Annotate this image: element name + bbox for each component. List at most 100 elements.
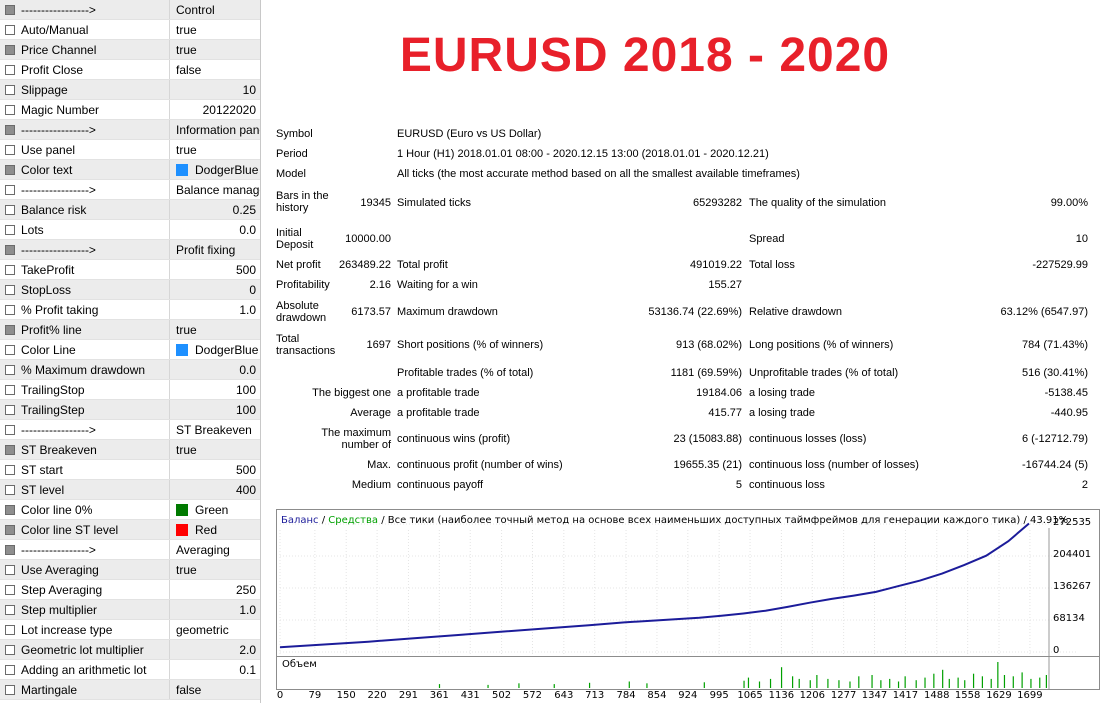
param-checkbox-icon[interactable]: [5, 624, 15, 635]
param-value-cell[interactable]: 10: [170, 80, 260, 99]
param-checkbox-icon[interactable]: [5, 164, 15, 175]
param-row[interactable]: -----------------> ST Breakeven: [0, 420, 260, 440]
param-row[interactable]: ST Breakeven true: [0, 440, 260, 460]
param-checkbox-icon[interactable]: [5, 284, 15, 295]
param-checkbox-icon[interactable]: [5, 264, 15, 275]
param-row[interactable]: Martingale false: [0, 680, 260, 700]
param-row[interactable]: % Maximum drawdown 0.0: [0, 360, 260, 380]
param-row[interactable]: -----------------> Balance manager: [0, 180, 260, 200]
param-row[interactable]: Balance risk 0.25: [0, 200, 260, 220]
param-checkbox-icon[interactable]: [5, 524, 15, 535]
param-row[interactable]: Color line ST level Red: [0, 520, 260, 540]
param-row[interactable]: Geometric lot multiplier 2.0: [0, 640, 260, 660]
param-checkbox-icon[interactable]: [5, 324, 15, 335]
param-row[interactable]: Magic Number 20122020: [0, 100, 260, 120]
param-value-cell[interactable]: Profit fixing: [170, 240, 260, 259]
param-checkbox-icon[interactable]: [5, 244, 15, 255]
param-value-cell[interactable]: 0.25: [170, 200, 260, 219]
param-checkbox-icon[interactable]: [5, 64, 15, 75]
param-value-cell[interactable]: Green: [170, 500, 260, 519]
param-value-cell[interactable]: Control: [170, 0, 260, 19]
param-checkbox-icon[interactable]: [5, 24, 15, 35]
param-value-cell[interactable]: true: [170, 560, 260, 579]
param-value-cell[interactable]: true: [170, 140, 260, 159]
param-checkbox-icon[interactable]: [5, 104, 15, 115]
param-row[interactable]: Price Channel true: [0, 40, 260, 60]
param-row[interactable]: Auto/Manual true: [0, 20, 260, 40]
param-checkbox-icon[interactable]: [5, 424, 15, 435]
param-value-cell[interactable]: 20122020: [170, 100, 260, 119]
param-value-cell[interactable]: Averaging: [170, 540, 260, 559]
param-value-cell[interactable]: ST Breakeven: [170, 420, 260, 439]
param-value-cell[interactable]: Balance manager: [170, 180, 260, 199]
param-row[interactable]: Step multiplier 1.0: [0, 600, 260, 620]
param-checkbox-icon[interactable]: [5, 604, 15, 615]
param-value-cell[interactable]: Information panel: [170, 120, 260, 139]
param-value-cell[interactable]: 1.0: [170, 300, 260, 319]
param-value-cell[interactable]: geometric: [170, 620, 260, 639]
param-checkbox-icon[interactable]: [5, 304, 15, 315]
param-row[interactable]: Slippage 10: [0, 80, 260, 100]
param-checkbox-icon[interactable]: [5, 484, 15, 495]
param-checkbox-icon[interactable]: [5, 404, 15, 415]
param-checkbox-icon[interactable]: [5, 84, 15, 95]
param-row[interactable]: TrailingStop 100: [0, 380, 260, 400]
param-checkbox-icon[interactable]: [5, 364, 15, 375]
param-checkbox-icon[interactable]: [5, 544, 15, 555]
param-value-cell[interactable]: 0: [170, 280, 260, 299]
param-row[interactable]: Step Averaging 250: [0, 580, 260, 600]
param-value-cell[interactable]: 250: [170, 580, 260, 599]
param-value-cell[interactable]: 500: [170, 460, 260, 479]
param-row[interactable]: Adding an arithmetic lot 0.1: [0, 660, 260, 680]
param-value-cell[interactable]: 0.0: [170, 360, 260, 379]
param-checkbox-icon[interactable]: [5, 204, 15, 215]
param-value-cell[interactable]: 100: [170, 400, 260, 419]
param-row[interactable]: % Profit taking 1.0: [0, 300, 260, 320]
param-row[interactable]: -----------------> Control: [0, 0, 260, 20]
param-value-cell[interactable]: true: [170, 40, 260, 59]
param-row[interactable]: Color Line DodgerBlue: [0, 340, 260, 360]
param-checkbox-icon[interactable]: [5, 184, 15, 195]
param-value-cell[interactable]: DodgerBlue: [170, 160, 260, 179]
param-row[interactable]: Use Averaging true: [0, 560, 260, 580]
param-row[interactable]: ST level 400: [0, 480, 260, 500]
param-row[interactable]: TrailingStep 100: [0, 400, 260, 420]
param-checkbox-icon[interactable]: [5, 384, 15, 395]
param-checkbox-icon[interactable]: [5, 684, 15, 695]
param-row[interactable]: -----------------> Information panel: [0, 120, 260, 140]
param-checkbox-icon[interactable]: [5, 464, 15, 475]
param-value-cell[interactable]: DodgerBlue: [170, 340, 260, 359]
param-checkbox-icon[interactable]: [5, 644, 15, 655]
param-value-cell[interactable]: false: [170, 680, 260, 699]
param-value-cell[interactable]: true: [170, 320, 260, 339]
param-value-cell[interactable]: 1.0: [170, 600, 260, 619]
param-row[interactable]: ST start 500: [0, 460, 260, 480]
param-value-cell[interactable]: false: [170, 60, 260, 79]
param-checkbox-icon[interactable]: [5, 584, 15, 595]
param-row[interactable]: StopLoss 0: [0, 280, 260, 300]
param-row[interactable]: Profit% line true: [0, 320, 260, 340]
param-value-cell[interactable]: 400: [170, 480, 260, 499]
param-value-cell[interactable]: 2.0: [170, 640, 260, 659]
param-checkbox-icon[interactable]: [5, 144, 15, 155]
param-checkbox-icon[interactable]: [5, 4, 15, 15]
param-row[interactable]: Color text DodgerBlue: [0, 160, 260, 180]
param-value-cell[interactable]: true: [170, 20, 260, 39]
param-row[interactable]: Lots 0.0: [0, 220, 260, 240]
param-value-cell[interactable]: Red: [170, 520, 260, 539]
param-checkbox-icon[interactable]: [5, 124, 15, 135]
param-checkbox-icon[interactable]: [5, 564, 15, 575]
param-checkbox-icon[interactable]: [5, 224, 15, 235]
param-row[interactable]: TakeProfit 500: [0, 260, 260, 280]
param-checkbox-icon[interactable]: [5, 504, 15, 515]
param-row[interactable]: Use panel true: [0, 140, 260, 160]
param-row[interactable]: -----------------> Averaging: [0, 540, 260, 560]
param-checkbox-icon[interactable]: [5, 444, 15, 455]
param-value-cell[interactable]: 100: [170, 380, 260, 399]
param-value-cell[interactable]: 0.0: [170, 220, 260, 239]
param-row[interactable]: -----------------> Profit fixing: [0, 240, 260, 260]
param-row[interactable]: Color line 0% Green: [0, 500, 260, 520]
param-value-cell[interactable]: 0.1: [170, 660, 260, 679]
param-checkbox-icon[interactable]: [5, 664, 15, 675]
param-row[interactable]: Profit Close false: [0, 60, 260, 80]
